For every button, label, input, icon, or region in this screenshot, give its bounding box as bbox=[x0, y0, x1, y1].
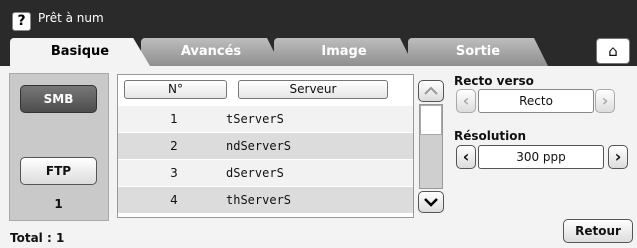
row-number: 1 bbox=[170, 112, 178, 126]
table-row[interactable]: 4 thServerS bbox=[118, 187, 413, 213]
chevron-right-icon: › bbox=[614, 147, 622, 166]
row-server: thServerS bbox=[226, 193, 292, 207]
home-icon: ⌂ bbox=[608, 42, 618, 60]
ftp-count: 1 bbox=[54, 197, 63, 211]
ftp-button[interactable]: FTP bbox=[20, 157, 97, 185]
scroll-up-button[interactable] bbox=[418, 80, 444, 102]
tab-image[interactable]: Image bbox=[274, 38, 414, 66]
resolution-prev-button[interactable]: ‹ bbox=[456, 145, 476, 169]
duplex-value: Recto bbox=[478, 89, 594, 113]
resolution-label: Résolution bbox=[454, 129, 527, 143]
scroll-thumb[interactable] bbox=[420, 105, 442, 135]
smb-button[interactable]: SMB bbox=[20, 85, 97, 113]
tab-basique[interactable]: Basique bbox=[10, 38, 150, 66]
tab-avances[interactable]: Avancés bbox=[141, 38, 281, 66]
scroll-down-button[interactable] bbox=[418, 191, 444, 213]
row-server: ndServerS bbox=[226, 139, 292, 153]
home-button[interactable]: ⌂ bbox=[596, 38, 630, 64]
row-server: tServerS bbox=[226, 112, 284, 126]
resolution-value: 300 ppp bbox=[478, 145, 604, 169]
chevron-down-icon bbox=[424, 198, 438, 207]
help-button[interactable]: ? bbox=[12, 12, 31, 31]
resolution-next-button[interactable]: › bbox=[608, 145, 628, 169]
column-header-number[interactable]: N° bbox=[124, 80, 227, 99]
back-button[interactable]: Retour bbox=[563, 219, 633, 243]
row-number: 2 bbox=[170, 139, 178, 153]
table-row[interactable]: 1 tServerS bbox=[118, 106, 413, 132]
duplex-prev-button[interactable]: ‹ bbox=[456, 89, 476, 113]
tab-sortie[interactable]: Sortie bbox=[408, 38, 548, 66]
table-row[interactable]: 2 ndServerS bbox=[118, 133, 413, 159]
chevron-right-icon: › bbox=[601, 91, 609, 110]
duplex-next-button[interactable]: › bbox=[595, 89, 615, 113]
row-number: 3 bbox=[170, 166, 178, 180]
chevron-left-icon: ‹ bbox=[462, 91, 470, 110]
chevron-up-icon bbox=[424, 86, 438, 95]
row-number: 4 bbox=[170, 193, 178, 207]
column-header-server[interactable]: Serveur bbox=[238, 80, 388, 99]
duplex-label: Recto verso bbox=[454, 74, 534, 88]
chevron-left-icon: ‹ bbox=[462, 147, 470, 166]
row-server: dServerS bbox=[226, 166, 284, 180]
total-count: Total : 1 bbox=[10, 231, 65, 245]
screen-title: Prêt à num bbox=[38, 11, 104, 25]
table-row[interactable]: 3 dServerS bbox=[118, 160, 413, 186]
